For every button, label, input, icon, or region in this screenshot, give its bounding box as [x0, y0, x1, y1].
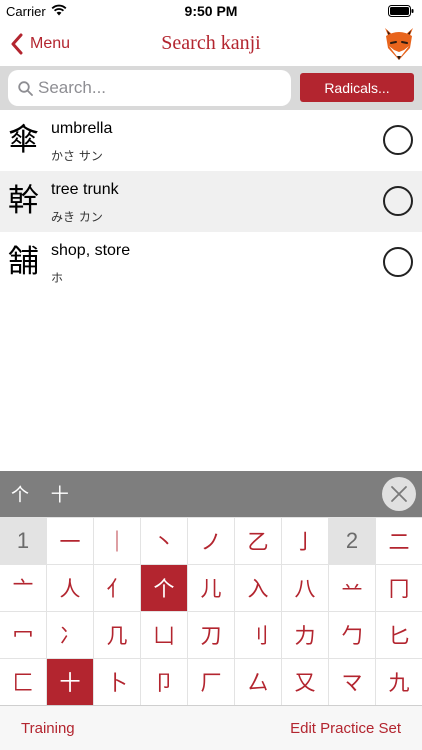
radical-key[interactable]: 冖 [0, 612, 46, 658]
radical-key[interactable]: 十 [47, 659, 93, 705]
radical-key[interactable]: 亻 [94, 565, 140, 611]
search-box[interactable] [8, 70, 291, 106]
search-icon [18, 81, 33, 96]
radical-key[interactable]: 入 [235, 565, 281, 611]
close-icon [391, 486, 407, 502]
radical-key[interactable]: 冫 [47, 612, 93, 658]
fox-logo-icon[interactable] [382, 26, 416, 62]
list-item[interactable]: 幹 tree trunk みき カン [0, 171, 422, 232]
selected-radicals-bar: 个 十 [0, 471, 422, 517]
search-area: Radicals... [0, 66, 422, 110]
page-title: Search kanji [161, 32, 261, 54]
radical-key[interactable]: マ [329, 659, 375, 705]
radical-key[interactable]: 几 [94, 612, 140, 658]
radical-key[interactable]: ｜ [94, 518, 140, 564]
kanji-reading: ホ [51, 271, 64, 285]
radical-key[interactable]: 匕 [376, 612, 422, 658]
stroke-count-header: 2 [329, 518, 375, 564]
radical-key[interactable]: 卜 [94, 659, 140, 705]
kanji-character: 幹 [8, 183, 39, 219]
list-item[interactable]: 舗 shop, store ホ [0, 232, 422, 293]
radical-key[interactable]: 个 [141, 565, 187, 611]
edit-practice-set-button[interactable]: Edit Practice Set [290, 720, 401, 737]
kanji-reading: みき カン [51, 210, 103, 224]
radical-key[interactable]: 乙 [235, 518, 281, 564]
radical-key[interactable]: 勹 [329, 612, 375, 658]
radical-key[interactable]: 厶 [235, 659, 281, 705]
radicals-button[interactable]: Radicals... [300, 73, 414, 102]
select-toggle[interactable] [383, 125, 413, 155]
search-input[interactable] [38, 72, 283, 104]
stroke-count-header: 1 [0, 518, 46, 564]
radical-key[interactable]: 卩 [141, 659, 187, 705]
clear-button[interactable] [382, 477, 416, 511]
training-button[interactable]: Training [21, 720, 75, 737]
kanji-meaning: tree trunk [51, 181, 119, 198]
radical-key[interactable]: 䒑 [329, 565, 375, 611]
select-toggle[interactable] [383, 247, 413, 277]
kanji-character: 舗 [8, 244, 39, 280]
select-toggle[interactable] [383, 186, 413, 216]
kanji-meaning: umbrella [51, 120, 113, 137]
radical-key[interactable]: 亅 [282, 518, 328, 564]
radical-key[interactable]: 冂 [376, 565, 422, 611]
kanji-meaning: shop, store [51, 242, 131, 259]
radical-key[interactable]: 亠 [0, 565, 46, 611]
radical-key[interactable]: 人 [47, 565, 93, 611]
status-bar: Carrier 9:50 PM [0, 0, 422, 22]
radical-key[interactable]: 匚 [0, 659, 46, 705]
results-list: 傘 umbrella かさ サン 幹 tree trunk みき カン 舗 sh… [0, 110, 422, 293]
radical-key[interactable]: 一 [47, 518, 93, 564]
selected-radicals: 个 十 [11, 485, 77, 506]
radical-key[interactable]: 厂 [188, 659, 234, 705]
radical-key[interactable]: ノ [188, 518, 234, 564]
navigation-bar: Menu Search kanji [0, 22, 422, 66]
radical-key[interactable]: 丶 [141, 518, 187, 564]
kanji-reading: かさ サン [51, 149, 103, 163]
battery-icon [388, 5, 414, 17]
bottom-toolbar: Training Edit Practice Set [0, 705, 422, 750]
radical-key[interactable]: 力 [282, 612, 328, 658]
radical-key[interactable]: 刀 [188, 612, 234, 658]
radical-key[interactable]: 二 [376, 518, 422, 564]
radical-key[interactable]: 又 [282, 659, 328, 705]
kanji-character: 傘 [8, 122, 39, 158]
status-time: 9:50 PM [184, 3, 238, 19]
radical-key[interactable]: 刂 [235, 612, 281, 658]
radical-key[interactable]: 凵 [141, 612, 187, 658]
list-item[interactable]: 傘 umbrella かさ サン [0, 110, 422, 171]
radical-key[interactable]: 九 [376, 659, 422, 705]
radical-key[interactable]: 儿 [188, 565, 234, 611]
radical-key[interactable]: 八 [282, 565, 328, 611]
radical-grid: 1 一 ｜ 丶 ノ 乙 亅 2 二 亠 人 亻 个 儿 入 八 䒑 冂 冖 冫 … [0, 517, 422, 705]
